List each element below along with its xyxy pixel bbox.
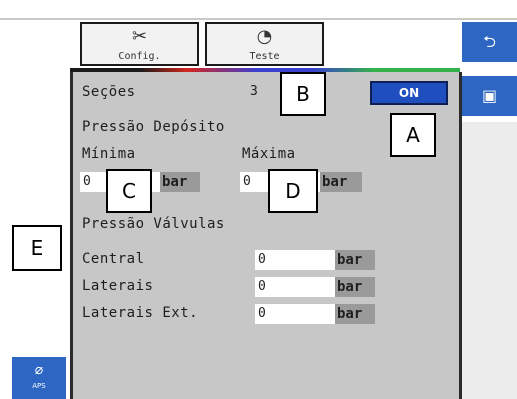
back-button[interactable]: ⮌ <box>462 22 517 62</box>
pressao-deposito-title: Pressão Depósito <box>82 119 225 135</box>
laterais-unit: bar <box>335 277 375 297</box>
top-bar <box>0 0 517 20</box>
secoes-value[interactable]: 3 <box>250 84 258 99</box>
maxima-unit: bar <box>320 172 362 192</box>
gauge-icon: ◔ <box>256 26 273 47</box>
aps-button[interactable]: ⌀ APS <box>12 357 66 399</box>
minima-label: Mínima <box>82 146 136 162</box>
tab-config-label: Config. <box>118 51 161 62</box>
callout-e: E <box>12 225 62 271</box>
leaf-icon: ⌀ <box>34 362 44 378</box>
callout-a: A <box>390 113 436 157</box>
secoes-label: Seções <box>82 84 136 100</box>
maxima-label: Máxima <box>242 146 296 162</box>
valvula-row-label: Laterais Ext. <box>82 305 199 321</box>
central-input[interactable]: 0 <box>255 250 335 270</box>
callout-c: C <box>106 169 152 213</box>
tab-teste[interactable]: ◔ Teste <box>205 22 324 66</box>
central-unit: bar <box>335 250 375 270</box>
valvula-row-label: Central <box>82 251 145 267</box>
save-button[interactable]: ▣ <box>462 76 517 116</box>
tools-icon: ✂ <box>131 26 148 47</box>
minima-unit: bar <box>160 172 200 192</box>
aps-label: APS <box>32 382 46 390</box>
laterais-ext-unit: bar <box>335 304 375 324</box>
back-arrow-icon: ⮌ <box>483 32 496 51</box>
tab-teste-label: Teste <box>249 51 280 62</box>
save-icon: ▣ <box>481 86 498 105</box>
right-sidebar-background <box>462 122 517 399</box>
tab-config[interactable]: ✂ Config. <box>80 22 199 66</box>
laterais-ext-input[interactable]: 0 <box>255 304 335 324</box>
secoes-toggle-button[interactable]: ON <box>370 81 448 105</box>
callout-b: B <box>280 72 326 116</box>
laterais-input[interactable]: 0 <box>255 277 335 297</box>
pressao-valvulas-title: Pressão Válvulas <box>82 216 225 232</box>
callout-d: D <box>268 169 318 213</box>
valvula-row-label: Laterais <box>82 278 154 294</box>
